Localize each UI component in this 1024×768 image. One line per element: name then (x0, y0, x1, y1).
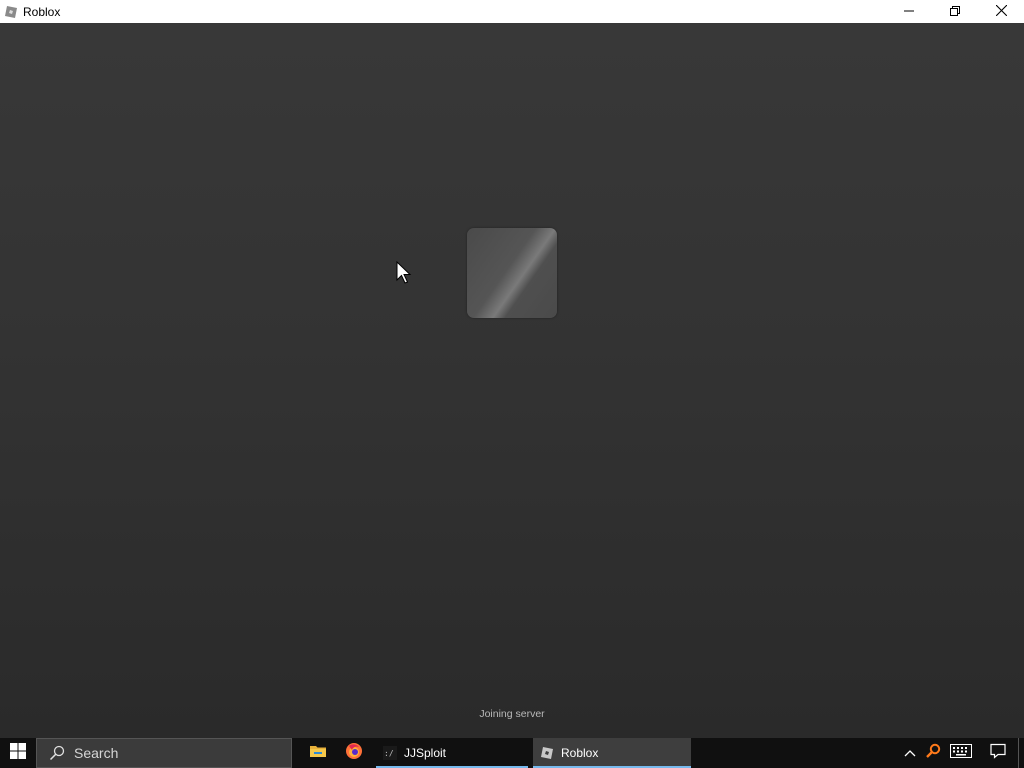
windows-logo-icon (10, 742, 26, 764)
roblox-logo-icon (539, 745, 555, 761)
action-center-icon (990, 743, 1006, 764)
taskbar-app-roblox[interactable]: Roblox (533, 738, 691, 768)
magnifier-tray-icon (925, 743, 941, 764)
tray-overflow-button[interactable] (898, 738, 922, 768)
taskbar: Search :/ JJSploit Roblox (0, 738, 1024, 768)
mouse-cursor-icon (396, 260, 412, 285)
keyboard-icon (950, 743, 972, 763)
taskbar-app-label: JJSploit (404, 746, 447, 760)
loading-status-text: Joining server (479, 708, 545, 720)
jjsploit-icon: :/ (382, 745, 398, 761)
chevron-up-icon (904, 744, 916, 762)
minimize-button[interactable] (886, 0, 932, 23)
taskbar-app-label: Roblox (561, 746, 599, 760)
tray-touch-keyboard-button[interactable] (944, 738, 978, 768)
show-desktop-button[interactable] (1018, 738, 1024, 768)
search-icon (48, 744, 66, 762)
window-controls (886, 0, 1024, 23)
taskbar-file-explorer[interactable] (300, 738, 336, 768)
taskbar-firefox[interactable] (336, 738, 372, 768)
taskbar-search-box[interactable]: Search (36, 738, 292, 768)
firefox-icon (345, 742, 363, 765)
file-explorer-icon (309, 743, 327, 764)
roblox-logo-icon (4, 5, 18, 19)
restore-icon (950, 3, 960, 21)
system-tray (898, 738, 1024, 768)
action-center-button[interactable] (978, 738, 1018, 768)
game-viewport[interactable]: Joining server (0, 23, 1024, 738)
close-icon (995, 3, 1007, 21)
search-label: Search (74, 745, 119, 761)
tray-magnifier-button[interactable] (922, 738, 944, 768)
window-title: Roblox (23, 4, 61, 19)
svg-text::/: :/ (384, 749, 394, 758)
roblox-loading-tile (467, 228, 557, 318)
minimize-icon (904, 3, 914, 21)
restore-button[interactable] (932, 0, 978, 23)
close-button[interactable] (978, 0, 1024, 23)
window-titlebar[interactable]: Roblox (0, 0, 1024, 23)
start-button[interactable] (0, 738, 36, 768)
taskbar-app-jjsploit[interactable]: :/ JJSploit (376, 738, 528, 768)
